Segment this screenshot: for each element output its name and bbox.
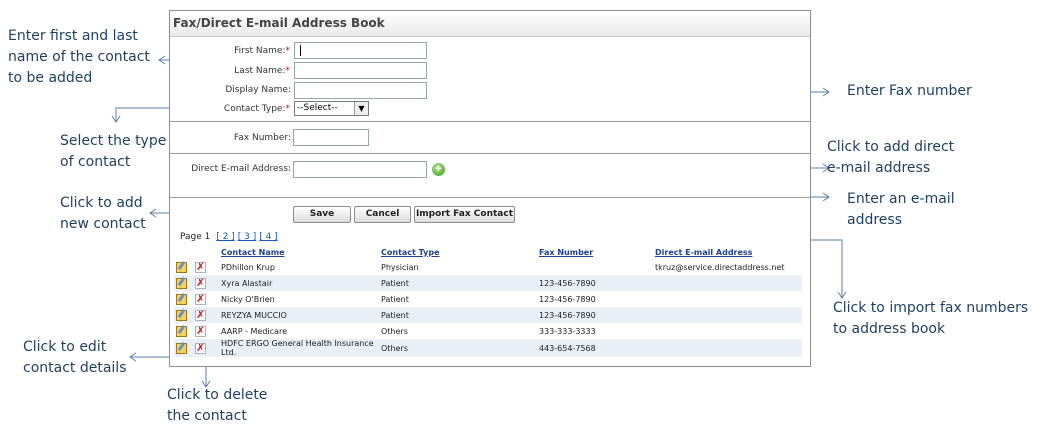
edit-icon[interactable] xyxy=(176,293,187,305)
fax-number-input[interactable] xyxy=(293,129,369,146)
divider xyxy=(170,153,810,154)
chevron-down-icon[interactable]: ▼ xyxy=(354,102,368,115)
first-name-label: First Name:* xyxy=(234,46,290,56)
pager-current: Page 1 xyxy=(180,232,211,242)
last-name-label: Last Name:* xyxy=(234,66,290,76)
contact-type-cell: Physician xyxy=(381,262,419,272)
display-name-label: Display Name: xyxy=(225,85,291,95)
fax-number-header[interactable]: Fax Number xyxy=(537,245,653,259)
note-add-contact: Click to add new contact xyxy=(60,195,146,232)
fax-number-cell xyxy=(537,259,653,275)
fax-number-cell: 443-654-7568 xyxy=(537,339,653,357)
address-book-panel: Fax/Direct E-mail Address Book First Nam… xyxy=(169,10,811,367)
delete-icon[interactable]: ✗ xyxy=(195,342,206,354)
direct-email-cell: tkruz@service.directaddress.net xyxy=(655,262,785,272)
direct-email-cell xyxy=(653,323,802,339)
pager-link-2[interactable]: [ 2 ] xyxy=(216,232,234,242)
fax-number-cell: 123-456-7890 xyxy=(539,294,596,304)
row-actions: ✗ xyxy=(174,339,219,357)
direct-email-cell xyxy=(653,307,802,323)
contact-name-cell: REYZYA MUCCIO xyxy=(219,307,379,323)
delete-icon[interactable]: ✗ xyxy=(195,309,206,321)
text-caret xyxy=(300,45,301,56)
table-row: ✗ Nicky O'Brien Patient 123-456-7890 xyxy=(174,291,802,307)
panel-title: Fax/Direct E-mail Address Book xyxy=(170,11,810,37)
delete-icon[interactable]: ✗ xyxy=(195,293,206,305)
delete-icon[interactable]: ✗ xyxy=(195,325,206,337)
table-row: ✗ AARP - Medicare Others 333-333-3333 xyxy=(174,323,802,339)
note-select-type: Select the type of contact xyxy=(60,133,167,170)
row-actions: ✗ xyxy=(174,323,219,339)
contact-name-header[interactable]: Contact Name xyxy=(219,245,379,259)
table-header-row: Contact Name Contact Type Fax Number Dir… xyxy=(174,245,802,259)
row-actions: ✗ xyxy=(174,307,219,323)
last-name-input[interactable] xyxy=(294,62,427,79)
save-button[interactable]: Save xyxy=(293,206,351,223)
row-actions: ✗ xyxy=(174,275,219,291)
contact-type-cell: Patient xyxy=(379,275,537,291)
fax-number-cell: 123-456-7890 xyxy=(537,275,653,291)
row-actions: ✗ xyxy=(174,259,219,275)
contact-type-cell: Patient xyxy=(381,294,409,304)
import-fax-contact-button[interactable]: Import Fax Contact xyxy=(414,206,515,223)
display-name-input[interactable] xyxy=(294,82,427,99)
contact-type-cell: Patient xyxy=(379,307,537,323)
contact-type-label: Contact Type:* xyxy=(223,104,290,114)
contacts-table: Contact Name Contact Type Fax Number Dir… xyxy=(174,245,802,357)
contact-name-cell: PDhillon Krup xyxy=(221,262,275,272)
contact-name-cell: Nicky O'Brien xyxy=(221,294,275,304)
edit-icon[interactable] xyxy=(176,342,187,354)
edit-icon[interactable] xyxy=(176,277,187,289)
divider xyxy=(170,121,810,122)
table-row: ✗ Xyra Alastair Patient 123-456-7890 xyxy=(174,275,802,291)
pager-link-3[interactable]: [ 3 ] xyxy=(238,232,256,242)
direct-email-cell xyxy=(653,275,802,291)
direct-email-label: Direct E-mail Address: xyxy=(191,164,291,174)
direct-email-header[interactable]: Direct E-mail Address xyxy=(653,245,802,259)
note-edit-contact: Click to edit contact details xyxy=(23,339,127,376)
delete-icon[interactable]: ✗ xyxy=(195,277,206,289)
contact-name-cell: AARP - Medicare xyxy=(221,326,287,336)
contact-name-cell: Xyra Alastair xyxy=(219,275,379,291)
note-add-email: Click to add direct e-mail address xyxy=(827,139,955,176)
fax-number-cell: 333-333-3333 xyxy=(539,326,596,336)
contact-type-value: --Select-- xyxy=(297,103,338,113)
delete-icon[interactable]: ✗ xyxy=(195,261,206,273)
contact-type-cell: Others xyxy=(379,339,537,357)
cancel-button[interactable]: Cancel xyxy=(354,206,411,223)
fax-number-cell: 123-456-7890 xyxy=(537,307,653,323)
table-row: ✗ HDFC ERGO General Health Insurance Ltd… xyxy=(174,339,802,357)
note-delete-contact: Click to delete the contact xyxy=(167,387,268,424)
contact-type-header[interactable]: Contact Type xyxy=(379,245,537,259)
note-enter-email: Enter an e-mail address xyxy=(847,191,955,228)
contact-name-cell: HDFC ERGO General Health Insurance Ltd. xyxy=(219,339,379,357)
table-row: ✗ REYZYA MUCCIO Patient 123-456-7890 xyxy=(174,307,802,323)
contact-type-cell: Others xyxy=(381,326,408,336)
note-import-fax: Click to import fax numbers to address b… xyxy=(833,300,1029,337)
first-name-input[interactable] xyxy=(294,42,427,59)
direct-email-input[interactable] xyxy=(293,161,427,178)
divider xyxy=(170,197,810,198)
edit-icon[interactable] xyxy=(176,261,187,273)
direct-email-cell xyxy=(653,339,802,357)
note-enter-fax: Enter Fax number xyxy=(847,83,972,99)
pager: Page 1 [ 2 ] [ 3 ][ 4 ] xyxy=(180,232,278,242)
row-actions: ✗ xyxy=(174,291,219,307)
direct-email-cell xyxy=(653,291,802,307)
add-email-icon[interactable]: + xyxy=(432,163,445,176)
contact-type-select[interactable]: --Select-- ▼ xyxy=(294,101,369,116)
actions-header xyxy=(174,245,219,259)
table-row: ✗ PDhillon Krup Physician tkruz@service.… xyxy=(174,259,802,275)
fax-number-label: Fax Number: xyxy=(233,133,291,143)
edit-icon[interactable] xyxy=(176,325,187,337)
note-enter-name: Enter first and last name of the contact… xyxy=(8,28,150,86)
pager-link-4[interactable]: [ 4 ] xyxy=(259,232,277,242)
edit-icon[interactable] xyxy=(176,309,187,321)
